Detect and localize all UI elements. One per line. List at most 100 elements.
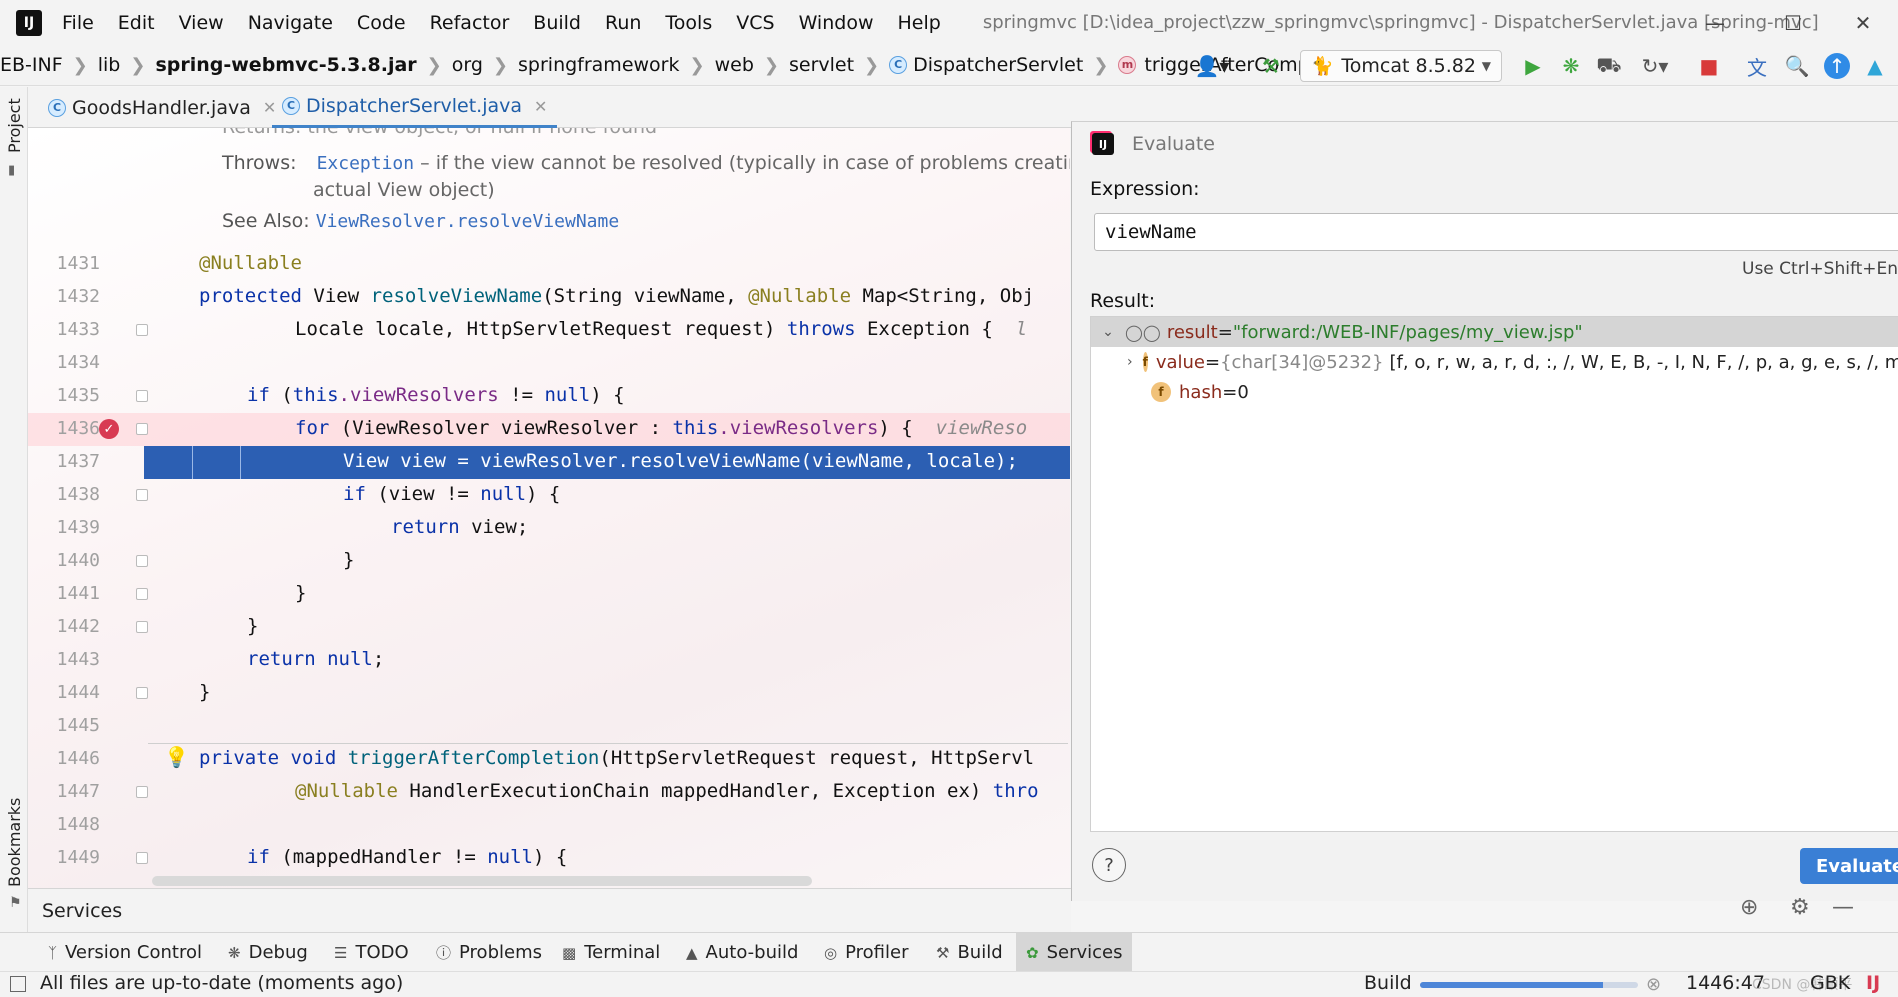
fold-marker-icon[interactable] <box>136 489 148 501</box>
tool-window-debug[interactable]: ❋ Debug <box>218 933 318 972</box>
breadcrumb-item[interactable]: springframework <box>518 54 679 76</box>
breadcrumb-class[interactable]: C DispatcherServlet <box>889 54 1083 76</box>
expression-input[interactable]: viewName <box>1094 213 1898 251</box>
dialog-title-bar[interactable]: IJ Evaluate <box>1072 122 1898 166</box>
code-text: if (view != null) { <box>343 483 560 505</box>
doc-see-also-link[interactable]: ViewResolver.resolveViewName <box>316 211 619 232</box>
status-message[interactable]: All files are up-to-date (moments ago) <box>40 972 403 994</box>
horizontal-scrollbar[interactable] <box>152 876 812 886</box>
menu-navigate[interactable]: Navigate <box>248 12 333 34</box>
menu-refactor[interactable]: Refactor <box>430 12 510 34</box>
doc-throws-link[interactable]: Exception <box>317 153 415 174</box>
result-tree-row[interactable]: › f value = {char[34]@5232} [f, o, r, w,… <box>1091 347 1898 377</box>
gear-icon[interactable]: ⚙ <box>1790 895 1810 920</box>
fold-marker-icon[interactable] <box>136 423 148 435</box>
code-line: 1449 if (mappedHandler != null) { <box>28 842 1070 875</box>
lightbulb-icon[interactable]: 💡 <box>164 745 189 769</box>
branch-icon: ᛉ <box>48 943 58 962</box>
hide-icon[interactable]: — <box>1832 895 1854 920</box>
fold-marker-icon[interactable] <box>136 390 148 402</box>
result-tree-row[interactable]: ⌄ ◯◯ result = "forward:/WEB-INF/pages/my… <box>1091 317 1898 347</box>
hammer-icon: ⚒ <box>936 943 950 962</box>
menu-build[interactable]: Build <box>533 12 581 34</box>
tool-window-version-control[interactable]: ᛉ Version Control <box>38 933 212 972</box>
tool-window-problems[interactable]: ⓘ Problems <box>426 933 552 972</box>
line-number: 1436 <box>56 418 100 439</box>
result-tree-row[interactable]: f hash = 0 <box>1091 377 1898 407</box>
breadcrumb-item[interactable]: EB-INF <box>0 54 63 76</box>
code-line: 1447 @Nullable HandlerExecutionChain map… <box>28 776 1070 809</box>
fold-marker-icon[interactable] <box>136 555 148 567</box>
equals-sign: = <box>1205 351 1221 373</box>
fold-marker-icon[interactable] <box>136 852 148 864</box>
run-icon[interactable]: ▶ <box>1520 53 1546 79</box>
tool-window-services[interactable]: ✿ Services <box>1016 933 1133 972</box>
update-icon[interactable]: ↑ <box>1824 53 1850 79</box>
profile-icon[interactable]: ↻▾ <box>1634 53 1676 79</box>
fold-marker-icon[interactable] <box>136 786 148 798</box>
tool-window-build[interactable]: ⚒ Build <box>926 933 1013 972</box>
close-window-icon[interactable]: ✕ <box>1848 8 1878 38</box>
tool-window-todo[interactable]: ☰ TODO <box>324 933 419 972</box>
maximize-icon[interactable]: ☐ <box>1778 8 1808 38</box>
run-configuration-select[interactable]: 🐈 Tomcat 8.5.82 ▼ <box>1300 50 1502 82</box>
variable-value: [f, o, r, w, a, r, d, :, /, W, E, B, -, … <box>1389 351 1898 373</box>
minimize-icon[interactable]: — <box>1700 8 1730 38</box>
search-icon[interactable]: 🔍 <box>1784 53 1810 79</box>
tool-window-profiler[interactable]: ◎ Profiler <box>814 933 918 972</box>
menu-help[interactable]: Help <box>897 12 940 34</box>
menu-edit[interactable]: Edit <box>118 12 155 34</box>
fold-marker-icon[interactable] <box>136 324 148 336</box>
user-icon[interactable]: 👤▾ <box>1192 53 1232 79</box>
fold-marker-icon[interactable] <box>136 621 148 633</box>
code-line: 1446 💡 private void triggerAfterCompleti… <box>28 743 1070 776</box>
menu-vcs[interactable]: VCS <box>736 12 774 34</box>
chevron-down-icon[interactable]: ⌄ <box>1101 324 1115 340</box>
breadcrumb-item[interactable]: spring-webmvc-5.3.8.jar <box>155 54 416 76</box>
chevron-right-icon: ❯ <box>1093 54 1109 76</box>
crosshair-icon[interactable]: ⊕ <box>1740 895 1758 920</box>
bookmarks-tool-window-tab[interactable]: Bookmarks <box>5 798 24 887</box>
code-editor[interactable]: Returns: the view object, or null if non… <box>28 128 1070 888</box>
menu-view[interactable]: View <box>179 12 224 34</box>
code-span: ) { <box>526 483 561 505</box>
help-button[interactable]: ? <box>1092 848 1126 882</box>
breadcrumb-item[interactable]: web <box>715 54 754 76</box>
tool-window-label: Problems <box>459 942 542 963</box>
chevron-right-icon[interactable]: › <box>1127 354 1133 370</box>
tab-dispatcherservlet[interactable]: C DispatcherServlet.java ✕ <box>272 87 558 128</box>
build-hammer-icon[interactable]: ⚒ <box>1258 53 1284 79</box>
shortcut-hint: Use Ctrl+Shift+Enter <box>1742 259 1898 279</box>
tool-window-terminal[interactable]: ▩ Terminal <box>552 933 670 972</box>
menu-file[interactable]: File <box>62 12 94 34</box>
menu-tools[interactable]: Tools <box>665 12 712 34</box>
breadcrumb-item[interactable]: lib <box>98 54 121 76</box>
build-progress-bar <box>1420 982 1638 988</box>
method-name: triggerAfterCompletion <box>347 747 600 769</box>
result-tree[interactable]: ⌄ ◯◯ result = "forward:/WEB-INF/pages/my… <box>1090 316 1898 832</box>
menu-code[interactable]: Code <box>357 12 406 34</box>
translate-icon[interactable]: 文 <box>1744 53 1770 80</box>
fold-marker-icon[interactable] <box>136 588 148 600</box>
plugin-icon[interactable]: ▲ <box>1862 53 1888 79</box>
breadcrumb-item[interactable]: servlet <box>789 54 854 76</box>
stop-icon[interactable]: ■ <box>1696 53 1722 79</box>
debug-icon[interactable]: ❋ <box>1558 53 1584 79</box>
close-tab-icon[interactable]: ✕ <box>534 97 547 116</box>
toggle-tool-windows-icon[interactable] <box>10 976 26 992</box>
tool-window-label: Terminal <box>584 942 661 963</box>
breakpoint-icon[interactable]: ✓ <box>99 419 119 439</box>
menu-window[interactable]: Window <box>799 12 874 34</box>
tool-window-auto-build[interactable]: ▲ Auto-build <box>676 933 808 972</box>
cancel-icon[interactable]: ⊗ <box>1646 974 1661 995</box>
line-number: 1443 <box>56 649 100 670</box>
keyword: protected <box>199 285 314 307</box>
menu-run[interactable]: Run <box>605 12 641 34</box>
project-tool-window-tab[interactable]: Project <box>5 98 24 153</box>
coverage-icon[interactable]: ⛟ <box>1596 53 1622 79</box>
file-encoding[interactable]: GBK <box>1810 972 1850 994</box>
fold-marker-icon[interactable] <box>136 687 148 699</box>
evaluate-button[interactable]: Evaluate <box>1800 848 1898 884</box>
tab-goodshandler[interactable]: C GoodsHandler.java ✕ <box>38 87 286 128</box>
breadcrumb-item[interactable]: org <box>452 54 483 76</box>
